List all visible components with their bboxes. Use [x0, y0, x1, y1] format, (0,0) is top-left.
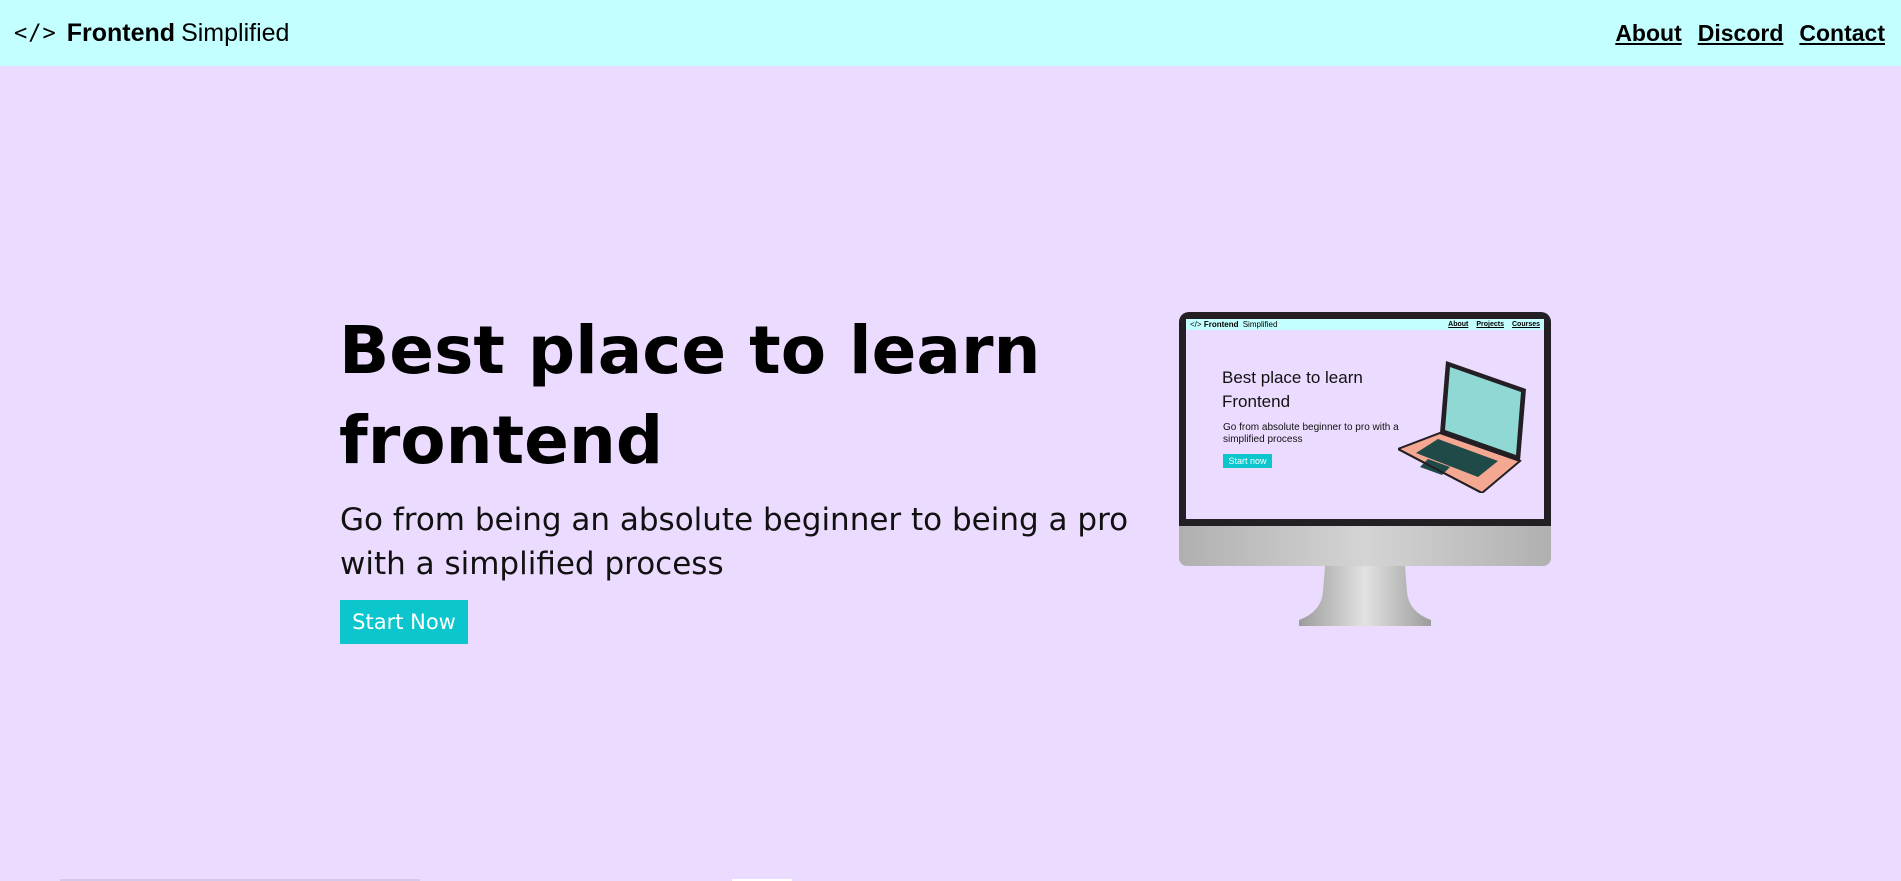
top-navbar: </> Frontend Simplified About Discord Co…: [0, 0, 1901, 66]
brand-name-light: Simplified: [181, 18, 290, 47]
hero-illustration: </> Frontend Simplified About Projects C…: [1179, 312, 1551, 628]
monitor-stand: [1299, 566, 1431, 626]
nav-link-discord[interactable]: Discord: [1698, 20, 1784, 47]
start-now-button[interactable]: Start Now: [340, 600, 468, 644]
mini-nav-links: About Projects Courses: [1448, 321, 1540, 328]
mini-brand-light: Simplified: [1242, 320, 1278, 329]
laptop-icon: [1398, 361, 1526, 493]
mini-start-button: Start now: [1223, 454, 1272, 468]
monitor-screen: </> Frontend Simplified About Projects C…: [1186, 319, 1544, 519]
brand-name-bold: Frontend: [66, 18, 176, 47]
nav-link-contact[interactable]: Contact: [1799, 20, 1885, 47]
mini-navbar: </> Frontend Simplified About Projects C…: [1186, 319, 1544, 330]
code-icon: </>: [14, 20, 57, 46]
monitor-chin: [1179, 526, 1551, 566]
nav-links: About Discord Contact: [1615, 20, 1885, 47]
hero-title: Best place to learn frontend: [339, 312, 1041, 479]
mini-link-courses: Courses: [1511, 321, 1540, 328]
brand-logo[interactable]: </> Frontend Simplified: [14, 19, 289, 48]
mini-code-icon: </>: [1190, 320, 1202, 329]
mini-link-projects: Projects: [1476, 321, 1504, 328]
nav-link-about[interactable]: About: [1615, 20, 1681, 47]
mini-subtitle: Go from absolute beginner to pro with a …: [1223, 422, 1399, 445]
monitor-frame: </> Frontend Simplified About Projects C…: [1179, 312, 1551, 526]
mini-brand-bold: Frontend: [1203, 320, 1239, 329]
mini-title: Best place to learn Frontend: [1222, 368, 1363, 411]
mini-link-about: About: [1448, 321, 1469, 328]
hero-subtitle: Go from being an absolute beginner to be…: [340, 502, 1129, 582]
mini-brand: </> Frontend Simplified: [1190, 320, 1277, 329]
